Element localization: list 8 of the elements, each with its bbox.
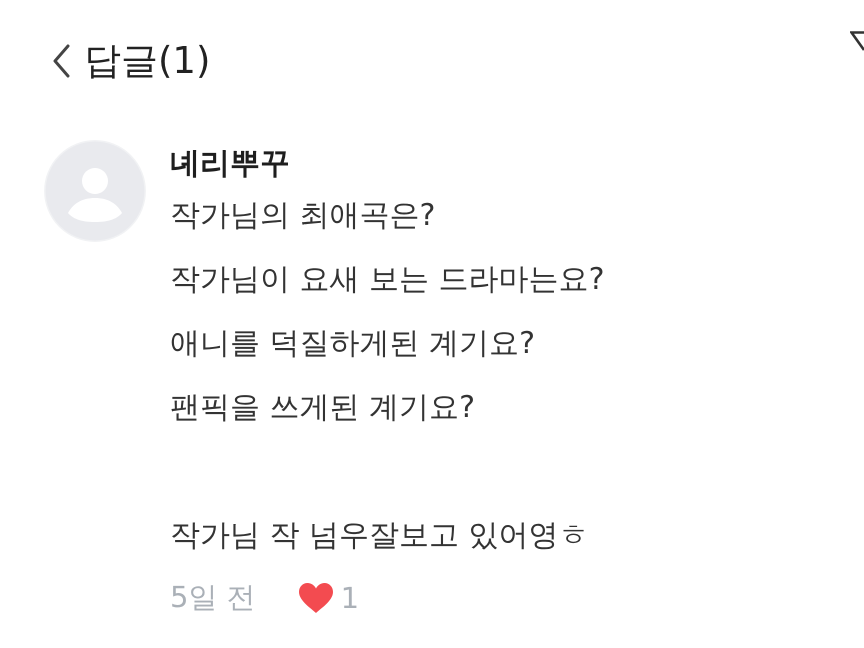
author-name: 녜리뿌꾸 (170, 145, 291, 183)
back-chevron-icon (52, 44, 70, 78)
funnel-icon[interactable] (850, 31, 864, 53)
like-button[interactable]: 1 (298, 581, 360, 615)
back-button[interactable] (52, 44, 70, 78)
comment-text: 작가님의 최애곡은? 작가님이 요새 보는 드라마는요? 애니를 덕질하게된 계기요? 팬픽을 쓰게된 계기요? 작가님 작 넘우잘보고 있어영ㅎ (170, 197, 605, 555)
comment-time: 5일 전 (170, 579, 256, 616)
page-title: 답글(1) (84, 39, 210, 83)
